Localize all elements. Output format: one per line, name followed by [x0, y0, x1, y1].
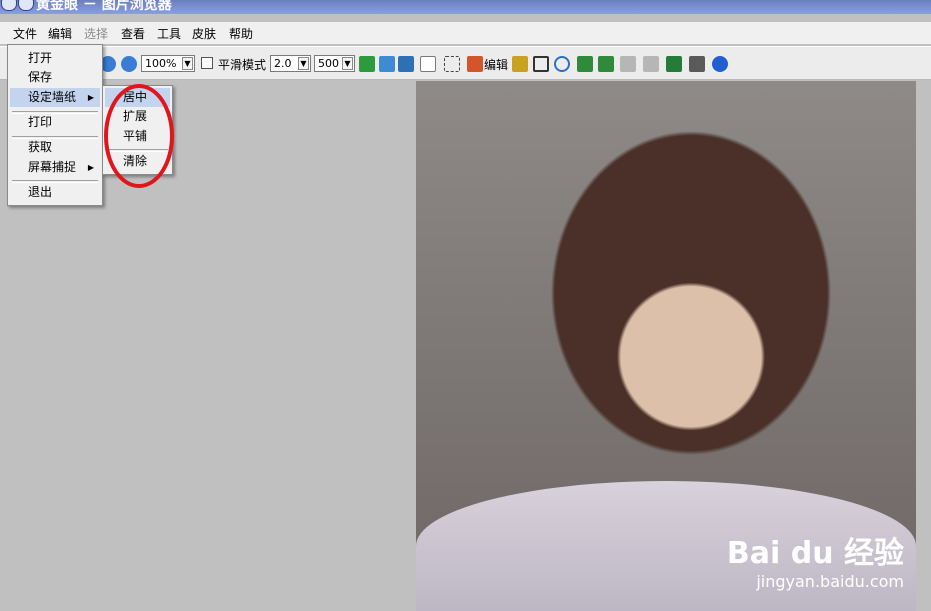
- submenu-arrow-icon: ▶: [87, 93, 94, 102]
- size-value: 500: [318, 57, 339, 70]
- size-select[interactable]: 500 ▼: [314, 55, 355, 72]
- annotation-circle: [104, 84, 174, 188]
- image-view[interactable]: Bai du 经验 jingyan.baidu.com: [416, 81, 916, 611]
- slideshow-icon[interactable]: [666, 56, 682, 72]
- undo-icon[interactable]: [620, 56, 636, 72]
- title-bar: 黄金眼 － 图片浏览器: [0, 0, 931, 14]
- menu-select[interactable]: 选择: [84, 25, 108, 42]
- print-icon[interactable]: [689, 56, 705, 72]
- menu-item-open[interactable]: 打开: [10, 49, 100, 68]
- factor-select[interactable]: 2.0 ▼: [270, 55, 311, 72]
- system-menu-icon[interactable]: [18, 0, 34, 11]
- menu-bar: 文件 编辑 选择 查看 工具 皮肤 帮助: [0, 22, 931, 44]
- crop-icon[interactable]: [533, 56, 549, 72]
- chevron-down-icon: ▼: [182, 57, 193, 70]
- menu-item-exit[interactable]: 退出: [10, 183, 100, 202]
- chevron-down-icon: ▼: [342, 57, 353, 70]
- hand-icon[interactable]: [420, 56, 436, 72]
- menu-item-set-wallpaper[interactable]: 设定墙纸 ▶: [10, 88, 100, 107]
- flip-right-icon[interactable]: [598, 56, 614, 72]
- zoom-select[interactable]: 100% ▼: [141, 55, 195, 72]
- menu-item-screen-capture[interactable]: 屏幕捕捉 ▶: [10, 158, 100, 177]
- smooth-mode-label: 平滑模式: [218, 58, 267, 72]
- watermark-url: jingyan.baidu.com: [756, 572, 904, 591]
- file-menu: 打开 保存 设定墙纸 ▶ 打印 获取 屏幕捕捉 ▶ 退出: [7, 44, 103, 206]
- help-icon[interactable]: [712, 56, 728, 72]
- actual-size-icon[interactable]: [379, 56, 395, 72]
- edit-icon[interactable]: [467, 56, 483, 72]
- rotate-icon[interactable]: [554, 56, 570, 72]
- menu-view[interactable]: 查看: [121, 25, 145, 42]
- submenu-arrow-icon: ▶: [87, 163, 94, 172]
- watermark: Bai du 经验 jingyan.baidu.com: [727, 528, 904, 591]
- menu-item-screen-capture-label: 屏幕捕捉: [28, 160, 77, 174]
- select-icon[interactable]: [444, 56, 460, 72]
- menu-help[interactable]: 帮助: [229, 25, 253, 42]
- window-title: 黄金眼 － 图片浏览器: [36, 0, 172, 13]
- redo-icon[interactable]: [643, 56, 659, 72]
- flip-left-icon[interactable]: [577, 56, 593, 72]
- edit-label[interactable]: 编辑: [484, 56, 508, 73]
- picture-icon[interactable]: [512, 56, 528, 72]
- menu-item-acquire[interactable]: 获取: [10, 138, 100, 157]
- chevron-down-icon: ▼: [298, 57, 309, 70]
- app-icon: [1, 0, 17, 11]
- fit-icon[interactable]: [359, 56, 375, 72]
- zoom-value: 100%: [145, 57, 177, 70]
- menu-tools[interactable]: 工具: [157, 25, 181, 42]
- zoom-out-icon[interactable]: [121, 56, 137, 72]
- menu-item-set-wallpaper-label: 设定墙纸: [28, 90, 77, 104]
- menu-item-print[interactable]: 打印: [10, 113, 100, 132]
- menu-edit[interactable]: 编辑: [48, 25, 72, 42]
- factor-value: 2.0: [274, 57, 292, 70]
- watermark-brand: Bai du 经验: [726, 536, 904, 571]
- smooth-mode-checkbox[interactable]: [201, 57, 213, 69]
- menu-file[interactable]: 文件: [13, 25, 37, 42]
- menu-item-save[interactable]: 保存: [10, 68, 100, 87]
- fullscreen-icon[interactable]: [398, 56, 414, 72]
- menu-skin[interactable]: 皮肤: [192, 25, 216, 42]
- toolbar: 100% ▼ 平滑模式 2.0 ▼ 500 ▼ 编辑: [0, 46, 931, 80]
